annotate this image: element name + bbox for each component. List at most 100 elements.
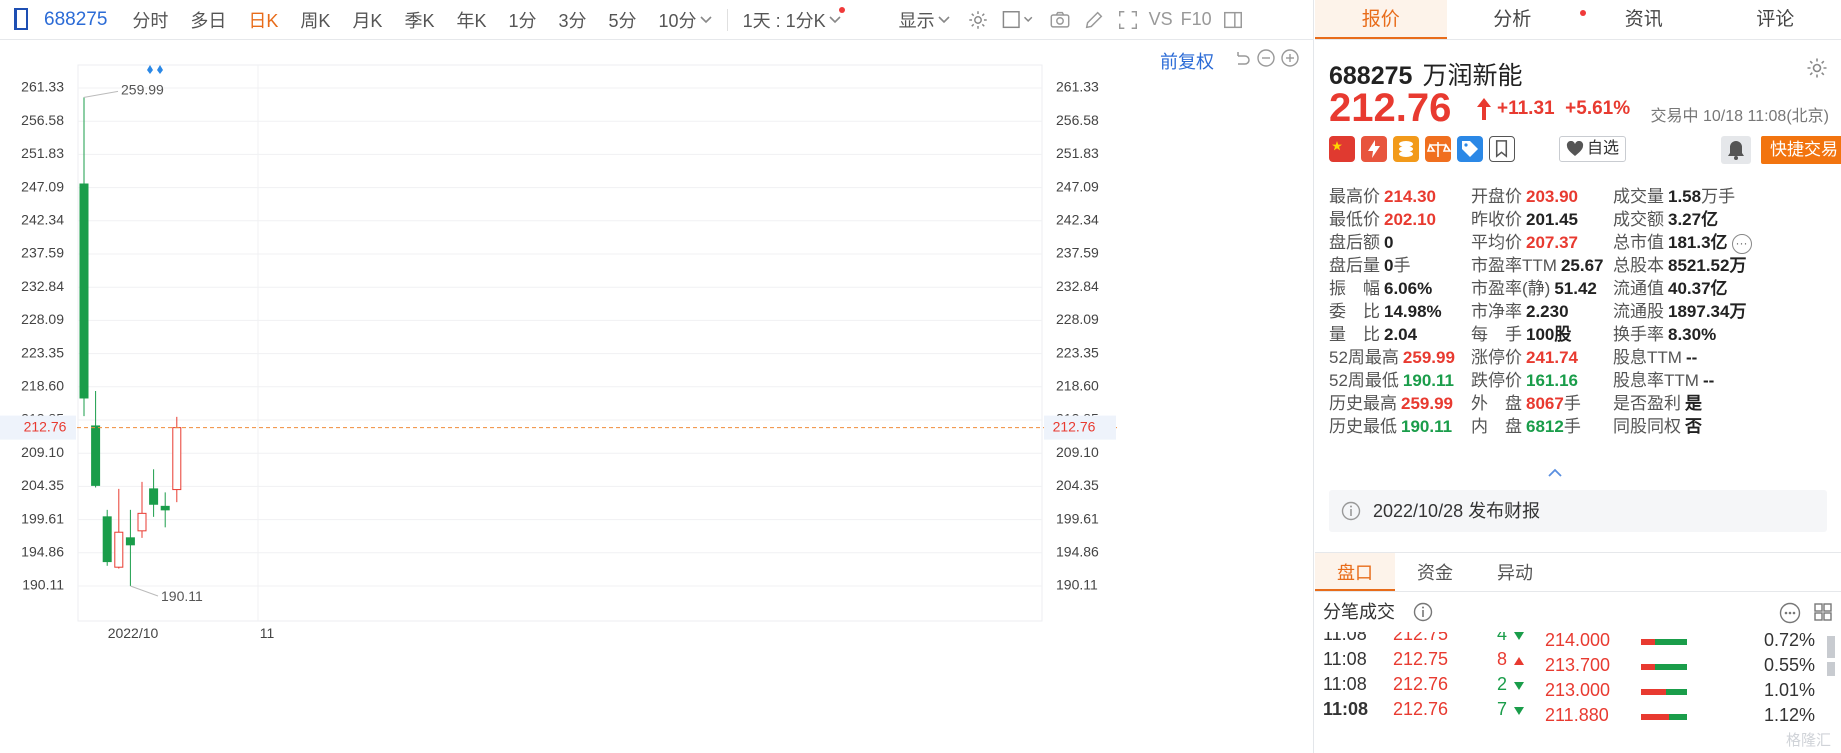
more-options-icon[interactable] [1779,602,1801,624]
period-jik[interactable]: 季K [393,7,445,33]
period-duori[interactable]: 多日 [179,7,237,33]
y-tick-label-right: 199.61 [1056,510,1099,526]
candle-body[interactable] [160,505,170,511]
quote-field-value: 259.99 [1401,394,1453,413]
quote-field: 股息率TTM -- [1613,366,1714,390]
fullscreen-icon[interactable] [1113,5,1143,35]
x-tick-label: 2022/10 [108,625,159,641]
candle-body[interactable] [137,512,147,532]
settings-gear-icon[interactable] [963,5,993,35]
quote-field: 成交量 1.58万手 [1613,182,1735,206]
tab-capital[interactable]: 资金 [1395,553,1475,591]
display-menu[interactable]: 显示 [888,7,961,33]
tick-scrollbar[interactable] [1827,636,1835,658]
chevron-down-icon [699,15,712,23]
panel-icon[interactable] [1218,5,1248,35]
candle-body[interactable] [149,488,159,505]
candle-body[interactable] [125,537,135,546]
tick-price: 212.76 [1393,674,1449,694]
quote-field-label: 最低价 [1329,210,1380,229]
quote-icon-row: 自选 快捷交易 [1329,136,1841,166]
tab-orderbook[interactable]: 盘口 [1315,553,1395,591]
quote-field: 市净率 2.230 [1471,297,1569,321]
quote-field: 昨收价 201.45 [1471,205,1578,229]
candle-body[interactable] [172,427,182,491]
watermark: 格隆汇 [1785,732,1831,749]
tag-icon[interactable] [1457,136,1483,162]
coins-icon[interactable] [1393,136,1419,162]
quote-field: 是否盈利是 [1613,389,1702,413]
y-axis-ticks: 261.33 261.33 256.58 256.58 251.83 251.83 247.… [21,79,1099,593]
quote-field: 振 幅 6.06% [1329,274,1432,298]
period-zhouk[interactable]: 周K [289,7,341,33]
tab-quote[interactable]: 报价 [1315,0,1447,39]
trade-status: 交易中 10/18 11:08(北京) [1650,108,1829,125]
tab-news[interactable]: 资讯 [1578,0,1710,39]
tab-movement[interactable]: 异动 [1475,553,1555,591]
f10-button[interactable]: F10 [1177,9,1216,30]
bookmark-icon[interactable] [1489,136,1515,162]
tab-analysis[interactable]: 分析 [1447,0,1579,39]
x-tick-label: 11 [260,625,275,641]
low-marker-line [130,585,159,597]
tick-row[interactable]: 11:08 212.76 7 [1315,699,1555,728]
quote-field: 外 盘 8067手 [1471,389,1581,413]
period-rik[interactable]: 日K [237,7,289,33]
candle-body[interactable] [79,183,89,399]
lightning-icon[interactable] [1361,136,1387,162]
grid-layout-icon[interactable] [1813,602,1833,622]
y-tick-label-right: 256.58 [1056,112,1099,128]
add-watchlist-button[interactable]: 自选 [1559,136,1627,162]
multi-day-select[interactable]: 1天 : 1分K [732,6,858,33]
alert-bell-icon[interactable] [1721,136,1751,164]
chevron-up-icon[interactable] [1547,468,1563,478]
quote-field-value: 0 [1384,233,1394,252]
quick-trade-button[interactable]: 快捷交易 [1761,136,1841,164]
y-tick-label-right: 223.35 [1056,344,1099,360]
china-flag-icon[interactable] [1329,136,1355,162]
tab-comments[interactable]: 评论 [1710,0,1841,39]
square-checkbox-icon[interactable] [997,5,1041,35]
period-fenshi[interactable]: 分时 [121,7,179,33]
quote-field-label: 外 盘 [1471,394,1522,413]
tab-news-label: 资讯 [1624,9,1663,30]
quote-field: 成交额 3.27亿 [1613,205,1718,229]
add-watchlist-label: 自选 [1587,140,1620,157]
sidebar-toggle-icon[interactable] [14,8,28,30]
candle-body[interactable] [114,531,124,568]
report-notice[interactable]: 2022/10/28 发布财报 [1329,490,1827,532]
candle-body[interactable] [102,516,112,563]
period-5min[interactable]: 5分 [598,7,648,33]
change-amount: +11.31 [1497,98,1555,119]
scale-icon[interactable] [1425,136,1452,162]
quote-field-value: 207.37 [1526,233,1578,252]
pen-icon[interactable] [1079,5,1109,35]
toolbar-stock-code[interactable]: 688275 [44,9,107,31]
y-tick-label-right: 237.59 [1056,245,1099,261]
period-1min[interactable]: 1分 [497,7,547,33]
event-marker-icon[interactable] [147,65,153,74]
y-tick-label-right: 190.11 [1056,577,1098,593]
level-bar-red [1641,639,1655,645]
info-icon[interactable] [1413,602,1433,622]
quote-field-label: 是否盈利 [1613,394,1681,413]
period-3min[interactable]: 3分 [548,7,598,33]
level-scrollbar[interactable] [1827,662,1835,676]
y-tick-label-left: 194.86 [21,543,64,559]
period-10min[interactable]: 10分 [648,7,723,33]
display-label: 显示 [898,10,935,31]
event-marker-icon[interactable] [157,65,163,74]
period-niank[interactable]: 年K [445,7,497,33]
quote-field-value: 161.16 [1526,371,1578,390]
candles[interactable] [79,97,182,586]
candlestick-chart[interactable]: 261.33 261.33 256.58 256.58 251.83 251.83 247.… [0,40,1314,753]
period-yuek[interactable]: 月K [341,7,393,33]
quote-field-label: 总市值 [1613,233,1664,252]
tick-volume: 4 [1496,632,1507,644]
camera-icon[interactable] [1045,5,1075,35]
quote-field-value: 否 [1685,417,1702,436]
quote-field-value: 6.06% [1384,279,1433,298]
candle-body[interactable] [91,425,101,486]
settings-gear-icon[interactable] [1805,56,1829,80]
vs-compare-button[interactable]: VS [1145,9,1177,30]
